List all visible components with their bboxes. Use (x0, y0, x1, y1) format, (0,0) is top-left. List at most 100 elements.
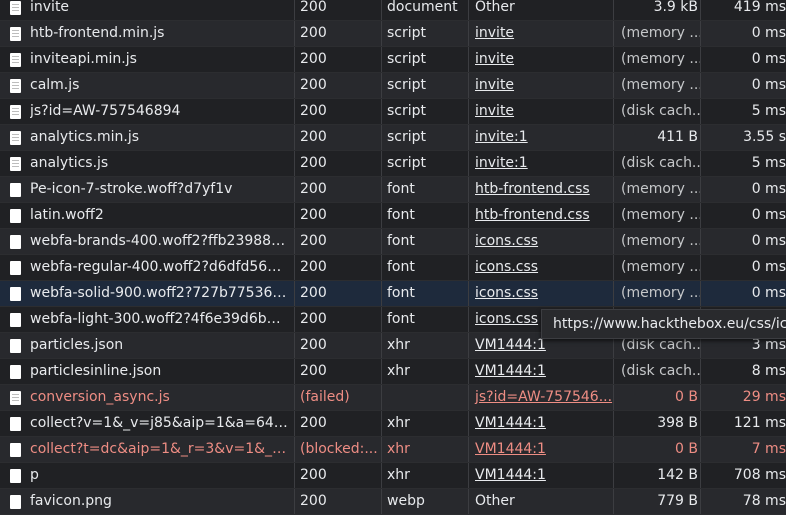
initiator-link[interactable]: invite:1 (475, 155, 528, 171)
column-divider[interactable] (468, 255, 469, 280)
column-divider[interactable] (294, 463, 295, 488)
column-divider[interactable] (700, 385, 701, 410)
column-divider[interactable] (468, 21, 469, 46)
request-name-cell[interactable]: collect?t=dc&aip=1&_r=3&v=1&_v=... (0, 437, 294, 462)
request-row[interactable]: conversion_async.js (failed) js?id=AW-7575… (0, 385, 786, 411)
column-divider[interactable] (700, 125, 701, 150)
column-divider[interactable] (381, 99, 382, 124)
request-row[interactable]: collect?t=dc&aip=1&_r=3&v=1&_v=... (block… (0, 437, 786, 463)
column-divider[interactable] (468, 463, 469, 488)
column-divider[interactable] (294, 0, 295, 20)
request-name-cell[interactable]: invite (0, 0, 294, 20)
request-name-cell[interactable]: calm.js (0, 73, 294, 98)
column-divider[interactable] (381, 281, 382, 306)
request-name-cell[interactable]: analytics.min.js (0, 125, 294, 150)
column-divider[interactable] (381, 463, 382, 488)
request-name-cell[interactable]: webfa-solid-900.woff2?727b77536bb... (0, 281, 294, 306)
column-divider[interactable] (700, 99, 701, 124)
initiator-link[interactable]: VM1444:1 (475, 441, 546, 457)
request-name-cell[interactable]: webfa-regular-400.woff2?d6dfd56d6... (0, 255, 294, 280)
column-divider[interactable] (381, 333, 382, 358)
column-divider[interactable] (294, 411, 295, 436)
column-divider[interactable] (381, 229, 382, 254)
initiator-link[interactable]: VM1444:1 (475, 337, 546, 353)
column-divider[interactable] (381, 385, 382, 410)
column-divider[interactable] (613, 411, 614, 436)
column-divider[interactable] (381, 125, 382, 150)
column-divider[interactable] (381, 489, 382, 514)
column-divider[interactable] (700, 255, 701, 280)
initiator-link[interactable]: invite:1 (475, 129, 528, 145)
column-divider[interactable] (613, 255, 614, 280)
column-divider[interactable] (700, 21, 701, 46)
column-divider[interactable] (294, 489, 295, 514)
request-row[interactable]: favicon.png 200 webp Other 779 B 78 ms (0, 489, 786, 515)
column-divider[interactable] (294, 385, 295, 410)
request-row[interactable]: analytics.js 200 script invite:1 (disk cach.… (0, 151, 786, 177)
request-name-cell[interactable]: collect?v=1&_v=j85&aip=1&a=6466... (0, 411, 294, 436)
column-divider[interactable] (381, 359, 382, 384)
request-name-cell[interactable]: webfa-light-300.woff2?4f6e39d6b47... (0, 307, 294, 332)
request-name-cell[interactable]: favicon.png (0, 489, 294, 514)
column-divider[interactable] (381, 411, 382, 436)
column-divider[interactable] (294, 125, 295, 150)
column-divider[interactable] (700, 437, 701, 462)
column-divider[interactable] (613, 0, 614, 20)
column-divider[interactable] (381, 47, 382, 72)
column-divider[interactable] (381, 255, 382, 280)
initiator-link[interactable]: htb-frontend.css (475, 181, 590, 197)
request-row[interactable]: collect?v=1&_v=j85&aip=1&a=6466... 200 xhr… (0, 411, 786, 437)
request-row[interactable]: latin.woff2 200 font htb-frontend.css (memor… (0, 203, 786, 229)
request-row[interactable]: invite 200 document Other 3.9 kB 419 ms (0, 0, 786, 21)
column-divider[interactable] (468, 489, 469, 514)
column-divider[interactable] (700, 463, 701, 488)
initiator-link[interactable]: invite (475, 51, 514, 67)
request-name-cell[interactable]: webfa-brands-400.woff2?ffb2398835... (0, 229, 294, 254)
column-divider[interactable] (294, 73, 295, 98)
column-divider[interactable] (381, 177, 382, 202)
column-divider[interactable] (613, 229, 614, 254)
column-divider[interactable] (468, 0, 469, 20)
column-divider[interactable] (468, 229, 469, 254)
initiator-link[interactable]: htb-frontend.css (475, 207, 590, 223)
column-divider[interactable] (468, 203, 469, 228)
column-divider[interactable] (700, 229, 701, 254)
initiator-link[interactable]: VM1444:1 (475, 467, 546, 483)
column-divider[interactable] (381, 437, 382, 462)
column-divider[interactable] (468, 281, 469, 306)
column-divider[interactable] (468, 307, 469, 332)
column-divider[interactable] (613, 21, 614, 46)
column-divider[interactable] (468, 99, 469, 124)
column-divider[interactable] (468, 47, 469, 72)
column-divider[interactable] (468, 177, 469, 202)
column-divider[interactable] (294, 359, 295, 384)
column-divider[interactable] (613, 281, 614, 306)
column-divider[interactable] (468, 73, 469, 98)
column-divider[interactable] (468, 437, 469, 462)
initiator-link[interactable]: icons.css (475, 259, 538, 275)
column-divider[interactable] (613, 73, 614, 98)
request-row[interactable]: js?id=AW-757546894 200 script invite (disk c… (0, 99, 786, 125)
initiator-link[interactable]: icons.css (475, 233, 538, 249)
column-divider[interactable] (700, 359, 701, 384)
initiator-link[interactable]: invite (475, 77, 514, 93)
column-divider[interactable] (700, 203, 701, 228)
column-divider[interactable] (700, 47, 701, 72)
initiator-link[interactable]: invite (475, 25, 514, 41)
request-name-cell[interactable]: conversion_async.js (0, 385, 294, 410)
request-name-cell[interactable]: htb-frontend.min.js (0, 21, 294, 46)
column-divider[interactable] (613, 489, 614, 514)
request-row[interactable]: p 200 xhr VM1444:1 142 B 708 ms (0, 463, 786, 489)
column-divider[interactable] (381, 21, 382, 46)
request-name-cell[interactable]: js?id=AW-757546894 (0, 99, 294, 124)
column-divider[interactable] (613, 99, 614, 124)
column-divider[interactable] (381, 307, 382, 332)
initiator-link[interactable]: VM1444:1 (475, 363, 546, 379)
column-divider[interactable] (613, 125, 614, 150)
column-divider[interactable] (700, 177, 701, 202)
column-divider[interactable] (381, 0, 382, 20)
request-name-cell[interactable]: particles.json (0, 333, 294, 358)
column-divider[interactable] (700, 281, 701, 306)
request-name-cell[interactable]: Pe-icon-7-stroke.woff?d7yf1v (0, 177, 294, 202)
column-divider[interactable] (700, 151, 701, 176)
